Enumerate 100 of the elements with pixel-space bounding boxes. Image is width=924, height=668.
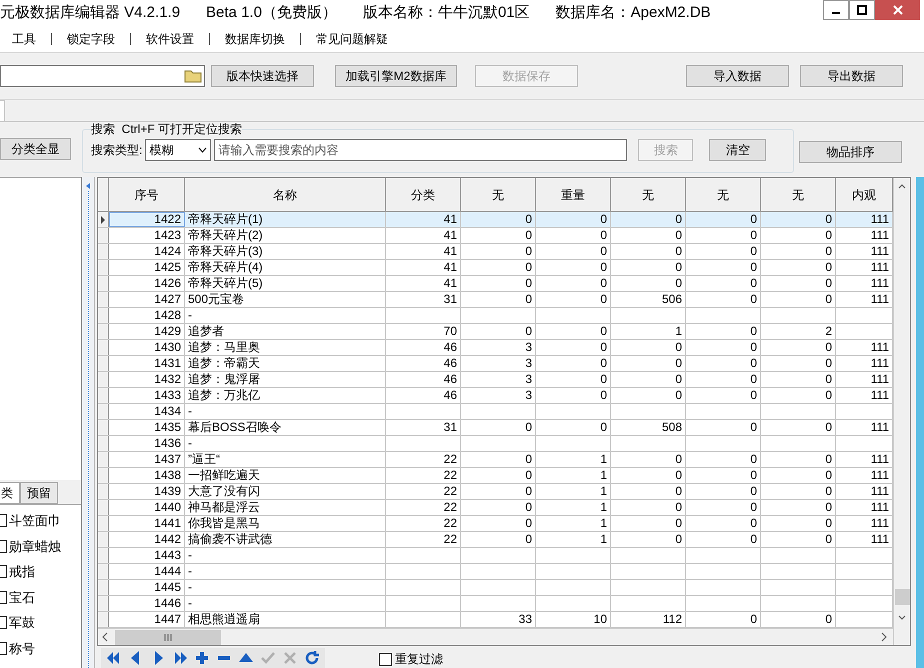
table-cell: 追梦：鬼浮屠 xyxy=(185,372,386,387)
caret-icon xyxy=(198,146,208,152)
table-row[interactable]: 1432 追梦：鬼浮屠 46 3 0 0 0 0 111 xyxy=(98,372,893,388)
toolbar-button[interactable]: 加载引擎M2数据库 xyxy=(335,65,457,87)
column-header[interactable]: 序号 xyxy=(109,178,185,211)
checkbox[interactable] xyxy=(379,652,392,666)
maximize-button[interactable] xyxy=(849,0,875,20)
table-cell: 0 xyxy=(536,228,611,243)
horizontal-scrollbar[interactable] xyxy=(98,628,893,645)
table-row[interactable]: 1446 - xyxy=(98,596,893,612)
checkbox-label: 重复过滤 xyxy=(395,651,443,668)
table-row[interactable]: 1424 帝释天碎片(3) 41 0 0 0 0 0 111 xyxy=(98,244,893,260)
table-row[interactable]: 1428 - xyxy=(98,308,893,324)
toolbar-button[interactable]: 导入数据 xyxy=(686,65,789,87)
table-row[interactable]: 1436 - xyxy=(98,436,893,452)
table-cell: 0 xyxy=(761,244,836,259)
table-row[interactable]: 1443 - xyxy=(98,548,893,564)
table-cell: 1426 xyxy=(109,276,185,291)
menu-item[interactable]: 常见问题解疑 xyxy=(316,32,388,46)
category-tab[interactable]: 预留 xyxy=(20,482,58,504)
table-row[interactable]: 1439 大意了没有闪 22 0 1 0 0 0 111 xyxy=(98,484,893,500)
table-row[interactable]: 1433 追梦：万兆亿 46 3 0 0 0 0 111 xyxy=(98,388,893,404)
menu-item[interactable]: 数据库切换 xyxy=(225,32,285,46)
vertical-scrollbar[interactable] xyxy=(893,178,910,645)
table-cell: 0 xyxy=(611,388,686,403)
table-row[interactable]: 1423 帝释天碎片(2) 41 0 0 0 0 0 111 xyxy=(98,228,893,244)
row-indicator[interactable] xyxy=(98,212,109,227)
menu-item[interactable]: 软件设置 xyxy=(146,32,194,46)
column-header[interactable]: 无 xyxy=(461,178,536,211)
table-cell: 22 xyxy=(386,532,461,547)
table-row[interactable]: 1447 相思熊逍遥扇 33 10 112 0 0 xyxy=(98,612,893,628)
table-row[interactable]: 1438 一招鲜吃遍天 22 0 1 0 0 0 111 xyxy=(98,468,893,484)
table-row[interactable]: 1430 追梦：马里奥 46 3 0 0 0 0 111 xyxy=(98,340,893,356)
column-header[interactable]: 无 xyxy=(761,178,836,211)
table-row[interactable]: 1426 帝释天碎片(5) 41 0 0 0 0 0 111 xyxy=(98,276,893,292)
path-field[interactable] xyxy=(0,65,205,87)
column-header[interactable]: 分类 xyxy=(386,178,461,211)
table-cell: 0 xyxy=(461,532,536,547)
search-field[interactable]: 请输入需要搜索的内容 xyxy=(214,138,628,160)
table-cell: 1434 xyxy=(109,404,185,419)
table-cell: 1433 xyxy=(109,388,185,403)
table-row[interactable]: 1437 ”逼王“ 22 0 1 0 0 0 111 xyxy=(98,452,893,468)
table-cell: 41 xyxy=(386,260,461,275)
table-cell: 0 xyxy=(761,500,836,515)
table-cell: 1436 xyxy=(109,436,185,451)
table-cell: 0 xyxy=(686,612,761,627)
table-row[interactable]: 1425 帝释天碎片(4) 41 0 0 0 0 0 111 xyxy=(98,260,893,276)
category-tab[interactable]: 类 xyxy=(0,482,20,504)
table-row[interactable]: 1441 你我皆是黑马 22 0 1 0 0 0 111 xyxy=(98,516,893,532)
table-cell: 0 xyxy=(461,244,536,259)
scrollbar-thumb[interactable] xyxy=(115,630,221,644)
toolbar-button[interactable]: 版本快速选择 xyxy=(211,65,314,87)
tab[interactable] xyxy=(0,100,5,121)
table-cell: 1430 xyxy=(109,340,185,355)
table-row[interactable]: 1435 幕后BOSS召唤令 31 0 0 508 0 0 111 xyxy=(98,420,893,436)
column-header[interactable]: 无 xyxy=(686,178,761,211)
menu-item[interactable]: 工具 xyxy=(12,32,36,46)
table-cell: - xyxy=(185,580,386,595)
column-header[interactable]: 名称 xyxy=(185,178,386,211)
table-cell: 0 xyxy=(611,516,686,531)
table-cell: 31 xyxy=(386,420,461,435)
clear-button[interactable]: 清空 xyxy=(709,138,766,160)
table-cell: 0 xyxy=(461,324,536,339)
table-cell: - xyxy=(185,404,386,419)
table-row[interactable]: 1427 500元宝卷 31 0 0 506 0 0 111 xyxy=(98,292,893,308)
sort-button[interactable]: 物品排序 xyxy=(799,140,902,162)
minimize-button[interactable] xyxy=(823,0,849,20)
table-cell: 帝释天碎片(3) xyxy=(185,244,386,259)
table-cell: 1438 xyxy=(109,468,185,483)
table-row[interactable]: 1431 追梦：帝霸天 46 3 0 0 0 0 111 xyxy=(98,356,893,372)
table-row[interactable]: 1445 - xyxy=(98,580,893,596)
table-cell: 0 xyxy=(686,228,761,243)
close-button[interactable] xyxy=(875,0,920,20)
table-cell: 0 xyxy=(761,388,836,403)
table-row[interactable]: 1434 - xyxy=(98,404,893,420)
table-cell: 0 xyxy=(686,500,761,515)
table-row[interactable]: 1442 搞偷袭不讲武德 22 0 1 0 0 0 111 xyxy=(98,532,893,548)
table-row[interactable]: 1440 神马都是浮云 22 0 1 0 0 0 111 xyxy=(98,500,893,516)
table-row[interactable]: 1444 - xyxy=(98,564,893,580)
table-cell: 3 xyxy=(461,372,536,387)
column-header[interactable]: 无 xyxy=(611,178,686,211)
table-cell: - xyxy=(185,564,386,579)
table-row[interactable]: 1422 帝释天碎片(1) 41 0 0 0 0 0 111 xyxy=(98,212,893,228)
table-cell: 0 xyxy=(611,452,686,467)
table-cell: 2 xyxy=(761,324,836,339)
table-cell: 一招鲜吃遍天 xyxy=(185,468,386,483)
table-row[interactable]: 1429 追梦者 70 0 0 1 0 2 xyxy=(98,324,893,340)
table-cell: 0 xyxy=(761,356,836,371)
table-cell: 1 xyxy=(536,468,611,483)
table-cell: 0 xyxy=(761,452,836,467)
toolbar-button[interactable]: 导出数据 xyxy=(800,65,903,87)
table-cell: 0 xyxy=(611,228,686,243)
table-cell: 1442 xyxy=(109,532,185,547)
scrollbar-thumb[interactable] xyxy=(894,589,910,605)
menu-item[interactable]: 锁定字段 xyxy=(67,32,115,46)
table-cell: 10 xyxy=(536,612,611,627)
show-all-button[interactable]: 分类全显 xyxy=(0,138,71,160)
table-cell: 0 xyxy=(686,516,761,531)
search-type-dropdown[interactable]: 模糊 xyxy=(145,138,212,160)
column-header[interactable]: 重量 xyxy=(536,178,611,211)
